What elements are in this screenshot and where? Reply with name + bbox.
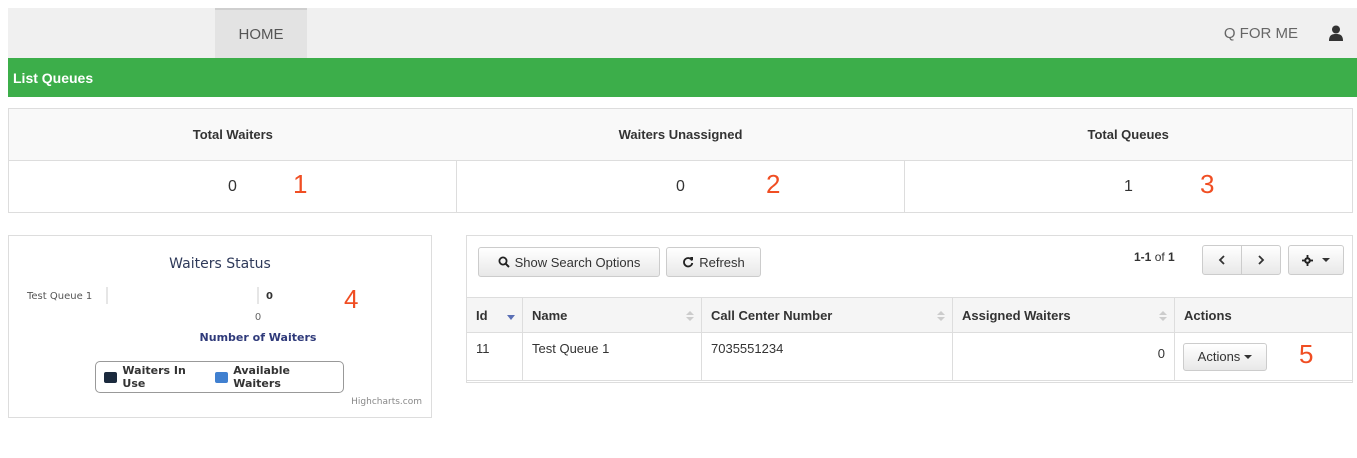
caret-down-icon <box>1244 354 1253 359</box>
search-icon <box>498 256 510 268</box>
row-actions-dropdown[interactable]: Actions <box>1183 342 1267 371</box>
table-row[interactable]: 11 Test Queue 1 7035551234 0 Actions 5 <box>467 333 1352 381</box>
legend-item-available-waiters[interactable]: Available Waiters <box>214 364 337 390</box>
pager-summary: 1-1 of 1 <box>1134 250 1175 264</box>
legend-label: Available Waiters <box>233 364 291 390</box>
column-header-call-center-number[interactable]: Call Center Number <box>702 298 953 332</box>
column-header-label: Actions <box>1184 307 1232 323</box>
chart-category-label: Test Queue 1 <box>26 291 92 302</box>
refresh-button[interactable]: Refresh <box>666 247 761 277</box>
queues-table: Id Name Call Center Number Assigned Wait… <box>467 297 1352 381</box>
chart-legend: Waiters In Use Available Waiters <box>95 361 344 393</box>
sort-icon <box>1159 311 1167 321</box>
show-search-options-button[interactable]: Show Search Options <box>478 247 660 277</box>
refresh-icon <box>683 257 694 268</box>
column-header-label: Name <box>532 307 568 323</box>
legend-swatch-icon <box>104 371 118 383</box>
chart-data-label: 0 <box>266 291 273 302</box>
chart-axis-title: Number of Waiters <box>200 331 317 344</box>
column-header-actions: Actions <box>1175 298 1352 332</box>
actions-label: Actions <box>1197 349 1241 364</box>
cell-assigned-waiters: 0 <box>953 333 1175 380</box>
chevron-right-icon <box>1258 255 1265 265</box>
caret-down-icon <box>1322 258 1330 262</box>
annotation-4: 4 <box>344 284 359 314</box>
cell-id: 11 <box>467 333 523 380</box>
stat-cell-waiters-unassigned: 0 2 <box>457 161 905 212</box>
column-header-label: Id <box>476 307 488 323</box>
stat-header-waiters-unassigned: Waiters Unassigned <box>618 127 743 142</box>
stat-value-total-waiters: 0 <box>228 177 237 195</box>
pager-of: of <box>1154 250 1165 264</box>
page-title: List Queues <box>13 69 94 86</box>
legend-swatch-icon <box>214 371 229 383</box>
stat-cell-total-queues: 1 3 <box>905 161 1352 212</box>
app-brand-link[interactable]: Q FOR ME <box>1224 8 1298 58</box>
waiters-status-chart: Waiters Status Test Queue 1 0 0 Number o… <box>8 235 432 418</box>
sort-icon <box>937 311 945 321</box>
annotation-2: 2 <box>766 169 781 199</box>
user-icon[interactable] <box>1329 25 1343 41</box>
chart-credits-link[interactable]: Highcharts.com <box>351 397 422 407</box>
chevron-left-icon <box>1218 255 1225 265</box>
column-header-name[interactable]: Name <box>523 298 702 332</box>
stats-value-row: 0 1 0 2 1 3 <box>9 161 1352 212</box>
pager-next-button[interactable] <box>1241 245 1281 275</box>
queues-panel: Show Search Options Refresh 1-1 of 1 Id … <box>466 235 1353 383</box>
cell-actions: Actions 5 <box>1175 333 1352 380</box>
stats-table: Total Waiters Waiters Unassigned Total Q… <box>8 108 1353 213</box>
annotation-5: 5 <box>1299 339 1314 369</box>
stat-value-waiters-unassigned: 0 <box>676 177 685 195</box>
nav-home-tab[interactable]: HOME <box>215 8 307 58</box>
sort-desc-icon <box>507 315 515 320</box>
sort-icon <box>686 311 694 321</box>
gear-icon <box>1302 254 1313 266</box>
annotation-3: 3 <box>1200 169 1215 199</box>
pager-range: 1-1 <box>1134 250 1152 264</box>
show-search-options-label: Show Search Options <box>514 254 641 270</box>
page-title-bar: List Queues <box>8 58 1357 97</box>
stat-header-total-waiters: Total Waiters <box>192 127 273 142</box>
cell-name: Test Queue 1 <box>523 333 702 380</box>
pager-total: 1 <box>1168 250 1175 264</box>
annotation-1: 1 <box>293 169 308 199</box>
top-navbar: HOME Q FOR ME <box>8 8 1357 58</box>
legend-label: Waiters In Use <box>122 364 186 390</box>
column-header-id[interactable]: Id <box>467 298 523 332</box>
stats-header-row: Total Waiters Waiters Unassigned Total Q… <box>9 109 1352 161</box>
column-header-label: Call Center Number <box>711 307 833 323</box>
legend-item-waiters-in-use[interactable]: Waiters In Use <box>104 364 209 390</box>
stat-value-total-queues: 1 <box>1124 177 1133 195</box>
chart-tick-label: 0 <box>255 312 261 323</box>
stat-header-total-queues: Total Queues <box>1087 127 1169 142</box>
stat-cell-total-waiters: 0 1 <box>9 161 457 212</box>
pager-prev-button[interactable] <box>1202 245 1242 275</box>
cell-call-center-number: 7035551234 <box>702 333 953 380</box>
refresh-label: Refresh <box>699 254 745 270</box>
table-header-row: Id Name Call Center Number Assigned Wait… <box>467 297 1352 333</box>
column-header-assigned-waiters[interactable]: Assigned Waiters <box>953 298 1175 332</box>
column-settings-dropdown[interactable] <box>1288 245 1344 275</box>
column-header-label: Assigned Waiters <box>962 307 1071 323</box>
